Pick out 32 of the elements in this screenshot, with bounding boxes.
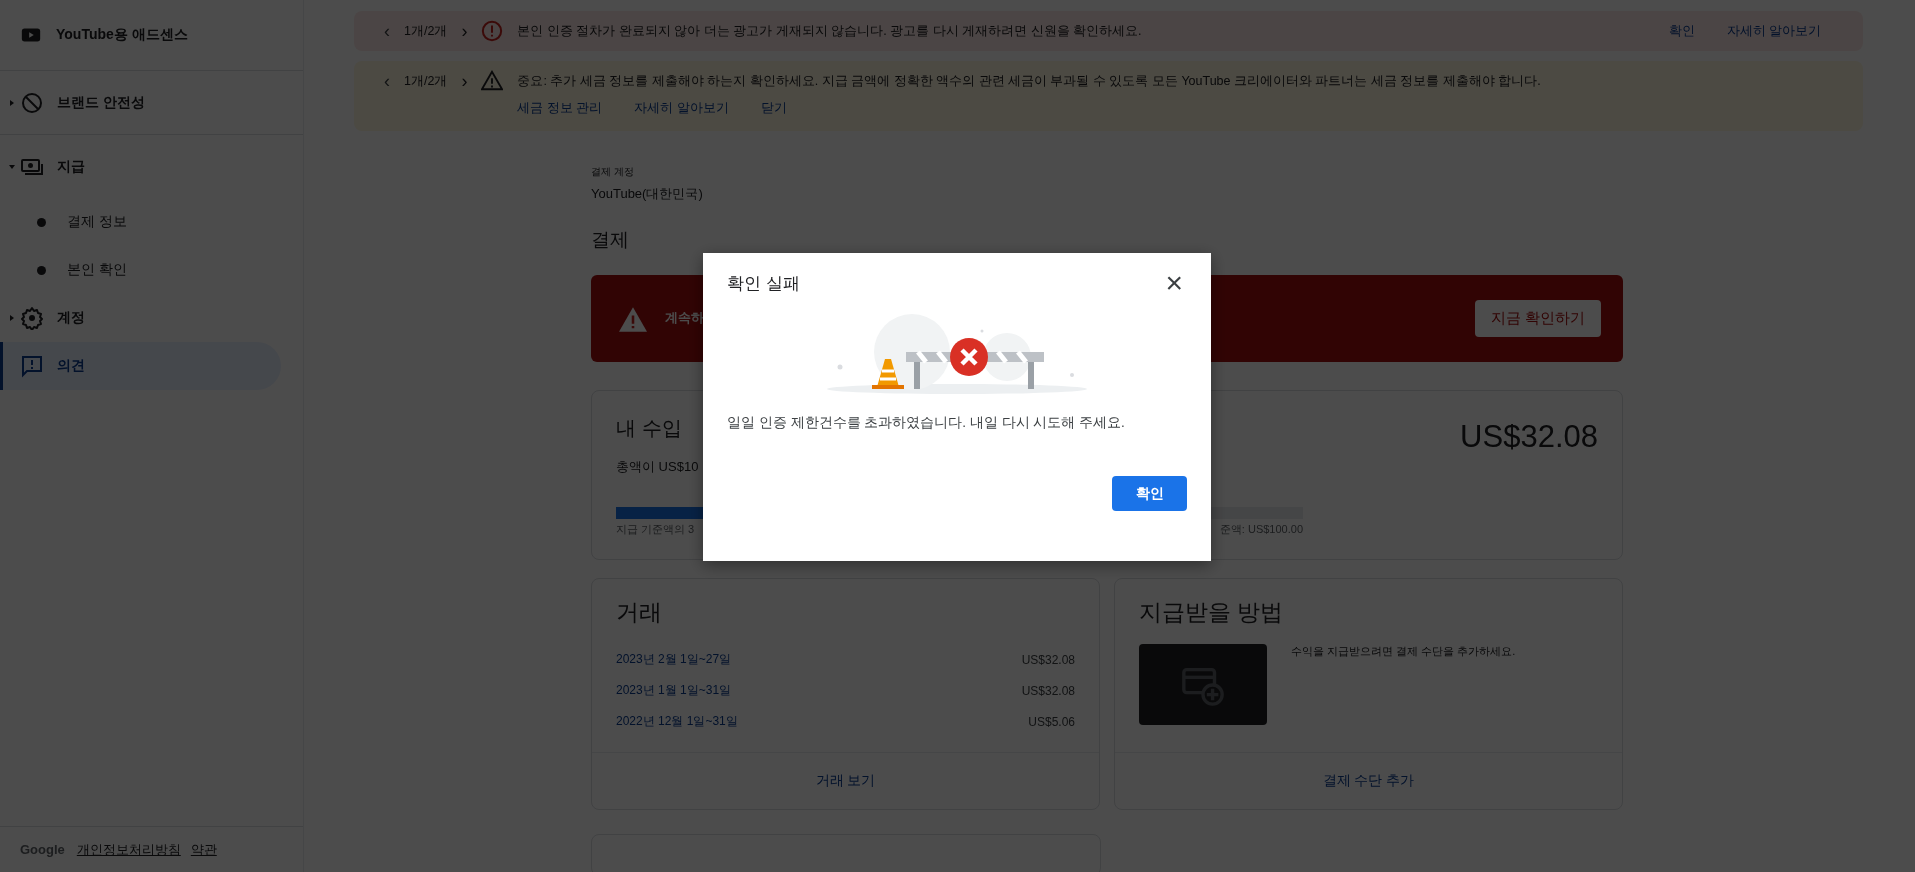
- amount-text: US$32.08: [1021, 683, 1075, 698]
- page-counter: 1개/2개: [404, 73, 448, 90]
- confirm-button[interactable]: 확인: [1112, 476, 1187, 511]
- app-title: YouTube용 애드센스: [56, 26, 188, 44]
- account-label: 결제 계정: [591, 165, 635, 179]
- period-link[interactable]: 2023년 1월 1일~31일: [616, 682, 732, 699]
- section-title: 결제: [591, 228, 630, 252]
- earnings-amount: US$32.08: [1460, 418, 1598, 456]
- view-transactions-link[interactable]: 거래 보기: [815, 772, 876, 790]
- card-title: 내 수입: [616, 416, 683, 441]
- card-title: 거래: [616, 598, 663, 627]
- dialog-title: 확인 실패: [727, 272, 800, 295]
- banner-message: 중요: 추가 세금 정보를 제출해야 하는지 확인하세요. 지급 금액에 정확한 액수의 관련 세금이 부과될 수 있도록 모든 YouTube 크리에이터와 파트너는 세금 정보를 제출해야 합니다.: [517, 73, 1542, 90]
- period-link[interactable]: 2023년 2월 1일~27일: [616, 651, 732, 668]
- dialog-message: 일일 인증 제한건수를 초과하였습니다. 내일 다시 시도해 주세요.: [727, 414, 1126, 432]
- banner-message: 본인 인증 절차가 완료되지 않아 더는 광고가 게재되지 않습니다. 광고를 다시 게재하려면 신원을 확인하세요.: [517, 23, 1143, 40]
- account-value: YouTube(대한민국): [591, 185, 704, 203]
- period-link[interactable]: 2022년 12월 1일~31일: [616, 713, 738, 730]
- close-button[interactable]: ×: [1161, 269, 1187, 297]
- payment-text: 수익을 지급받으려면 결제 수단을 추가하세요.: [1291, 644, 1516, 659]
- banner-link[interactable]: 닫기: [760, 100, 787, 117]
- earnings-note: 총액이 US$10: [616, 458, 699, 476]
- page-counter: 1개/2개: [404, 23, 448, 40]
- card-title: 지급받을 방법: [1139, 598, 1285, 627]
- alert-text: 계속하: [665, 310, 704, 327]
- footer-link[interactable]: 개인정보처리방침: [76, 840, 181, 859]
- footer-link[interactable]: 약관: [190, 840, 217, 859]
- amount-text: US$5.06: [1028, 714, 1075, 729]
- banner-link[interactable]: 세금 정보 관리: [517, 100, 603, 117]
- add-payment-link[interactable]: 결제 수단 추가: [1322, 772, 1415, 790]
- banner-link[interactable]: 자세히 알아보기: [634, 100, 729, 117]
- amount-text: US$32.08: [1021, 652, 1075, 667]
